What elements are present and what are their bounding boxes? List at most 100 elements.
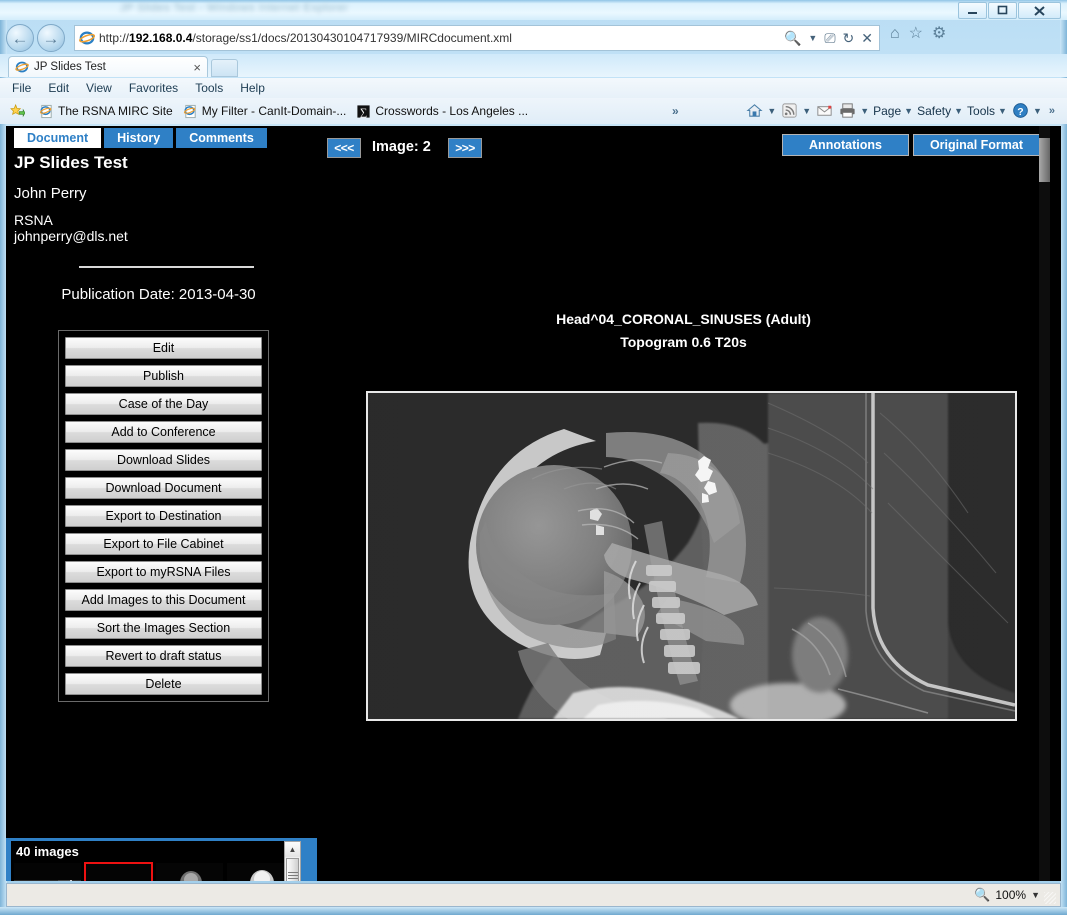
menu-view[interactable]: View	[86, 81, 112, 95]
refresh-icon[interactable]: ↻	[843, 31, 855, 45]
maximize-button[interactable]	[988, 2, 1017, 19]
printer-icon	[840, 103, 855, 118]
publish-button[interactable]: Publish	[65, 365, 262, 387]
ie-page-icon	[39, 104, 52, 118]
favorites-add-button[interactable]	[10, 103, 29, 119]
scroll-up-icon[interactable]: ▲	[285, 842, 300, 857]
menu-bar: File Edit View Favorites Tools Help	[0, 78, 1067, 98]
page-scrollbar-thumb[interactable]	[1039, 138, 1050, 182]
menu-file[interactable]: File	[12, 81, 31, 95]
scrollbar-thumb[interactable]	[286, 858, 299, 881]
page-menu-label: Page	[873, 103, 902, 118]
favorite-label: My Filter - CanIt-Domain-...	[201, 104, 347, 118]
close-button[interactable]	[1018, 2, 1061, 19]
safety-menu-label: Safety	[917, 103, 952, 118]
minimize-button[interactable]	[958, 2, 987, 19]
export-to-destination-button[interactable]: Export to Destination	[65, 505, 262, 527]
chevron-down-icon[interactable]: ▼	[767, 106, 776, 116]
window-edge-bottom	[0, 907, 1067, 915]
thumbnail-item-selected[interactable]	[84, 862, 153, 881]
thumbnail-scrollbar[interactable]: ▲ ▼	[284, 841, 301, 881]
chevron-down-icon[interactable]: ▼	[808, 33, 817, 43]
home-icon[interactable]: ⌂	[890, 26, 900, 42]
edit-button[interactable]: Edit	[65, 337, 262, 359]
title-bar: JP Slides Test - Windows Internet Explor…	[0, 0, 1067, 20]
home-button[interactable]: ▼	[745, 101, 776, 120]
chevron-down-icon: ▼	[904, 105, 914, 116]
browser-tab[interactable]: JP Slides Test ×	[8, 56, 208, 77]
compatibility-view-icon[interactable]: ⎚	[824, 31, 835, 45]
thumbnail-item[interactable]	[155, 862, 224, 881]
address-input[interactable]: http://192.168.0.4/storage/ss1/docs/2013…	[74, 25, 880, 51]
document-actions-panel: Edit Publish Case of the Day Add to Conf…	[58, 330, 269, 702]
annotations-button[interactable]: Annotations	[782, 134, 909, 156]
tools-menu-button[interactable]: Tools ▼	[967, 104, 1007, 118]
menu-favorites[interactable]: Favorites	[129, 81, 178, 95]
print-button[interactable]: ▼	[838, 101, 869, 120]
browser-tab-label: JP Slides Test	[34, 61, 106, 73]
search-icon[interactable]: 🔍	[784, 31, 801, 45]
help-menu-button[interactable]: ? ▼	[1011, 101, 1042, 120]
feeds-button[interactable]: ▼	[780, 101, 811, 120]
previous-image-button[interactable]: <<<	[327, 138, 361, 158]
menu-edit[interactable]: Edit	[48, 81, 69, 95]
chevron-down-icon[interactable]: ▼	[860, 106, 869, 116]
page-scrollbar[interactable]	[1039, 126, 1050, 881]
favorite-crosswords[interactable]: ∑ Crosswords - Los Angeles ...	[356, 104, 528, 119]
favorite-rsna-mirc[interactable]: The RSNA MIRC Site	[39, 104, 173, 119]
browser-window: JP Slides Test - Windows Internet Explor…	[0, 0, 1067, 915]
menu-help[interactable]: Help	[240, 81, 265, 95]
stop-icon[interactable]: ✕	[861, 31, 873, 45]
close-icon[interactable]: ×	[193, 60, 201, 75]
status-bar: 🔍 100% ▼	[6, 883, 1061, 907]
add-to-conference-button[interactable]: Add to Conference	[65, 421, 262, 443]
favorites-star-icon[interactable]: ☆	[909, 26, 923, 42]
thumbnail-list: 40 images	[11, 841, 296, 881]
tools-gear-icon[interactable]: ⚙	[932, 26, 946, 42]
safety-menu-button[interactable]: Safety ▼	[917, 104, 963, 118]
page-menu-button[interactable]: Page ▼	[873, 104, 913, 118]
resize-grip-icon[interactable]	[1044, 892, 1056, 904]
tab-comments[interactable]: Comments	[176, 128, 267, 148]
tab-strip: JP Slides Test ×	[0, 54, 1067, 77]
help-icon: ?	[1013, 103, 1028, 118]
delete-button[interactable]: Delete	[65, 673, 262, 695]
document-info: JP Slides Test John Perry RSNA johnperry…	[6, 148, 311, 319]
image-caption-line2: Topogram 0.6 T20s	[620, 334, 747, 350]
home-icon	[746, 104, 763, 117]
original-format-button[interactable]: Original Format	[913, 134, 1040, 156]
revert-to-draft-button[interactable]: Revert to draft status	[65, 645, 262, 667]
chevron-down-icon[interactable]: ▼	[1031, 890, 1040, 900]
new-tab-button[interactable]	[211, 59, 238, 77]
next-image-button[interactable]: >>>	[448, 138, 482, 158]
download-document-button[interactable]: Download Document	[65, 477, 262, 499]
case-of-the-day-button[interactable]: Case of the Day	[65, 393, 262, 415]
add-images-button[interactable]: Add Images to this Document	[65, 589, 262, 611]
mail-icon	[817, 105, 832, 116]
address-bar-icons: 🔍 ▼ ⎚ ↻ ✕	[784, 31, 875, 45]
favorites-overflow-chevron[interactable]: »	[672, 104, 679, 118]
read-mail-button[interactable]	[815, 101, 834, 120]
forward-button[interactable]: →	[37, 24, 65, 52]
page-content: Document History Comments JP Slides Test…	[6, 126, 1061, 881]
thumbnail-item[interactable]	[13, 862, 82, 881]
tab-history[interactable]: History	[104, 128, 174, 148]
thumbnail-panel: 40 images ▲	[6, 838, 317, 881]
main-medical-image[interactable]	[366, 391, 1017, 721]
favorites-star-icon	[10, 103, 25, 117]
rss-icon	[782, 103, 797, 118]
svg-text:∑: ∑	[360, 107, 367, 118]
export-to-file-cabinet-button[interactable]: Export to File Cabinet	[65, 533, 262, 555]
tab-document[interactable]: Document	[14, 128, 102, 148]
svg-text:?: ?	[1017, 107, 1023, 118]
window-title: JP Slides Test - Windows Internet Explor…	[120, 2, 349, 14]
chevron-down-icon[interactable]: ▼	[802, 106, 811, 116]
favorite-my-filter[interactable]: My Filter - CanIt-Domain-...	[183, 104, 347, 119]
download-slides-button[interactable]: Download Slides	[65, 449, 262, 471]
command-bar-overflow-chevron[interactable]: »	[1049, 105, 1055, 117]
export-to-myrsna-files-button[interactable]: Export to myRSNA Files	[65, 561, 262, 583]
back-button[interactable]: ←	[6, 24, 34, 52]
ct-axial-thumb-icon	[156, 863, 223, 881]
sort-images-button[interactable]: Sort the Images Section	[65, 617, 262, 639]
menu-tools[interactable]: Tools	[195, 81, 223, 95]
